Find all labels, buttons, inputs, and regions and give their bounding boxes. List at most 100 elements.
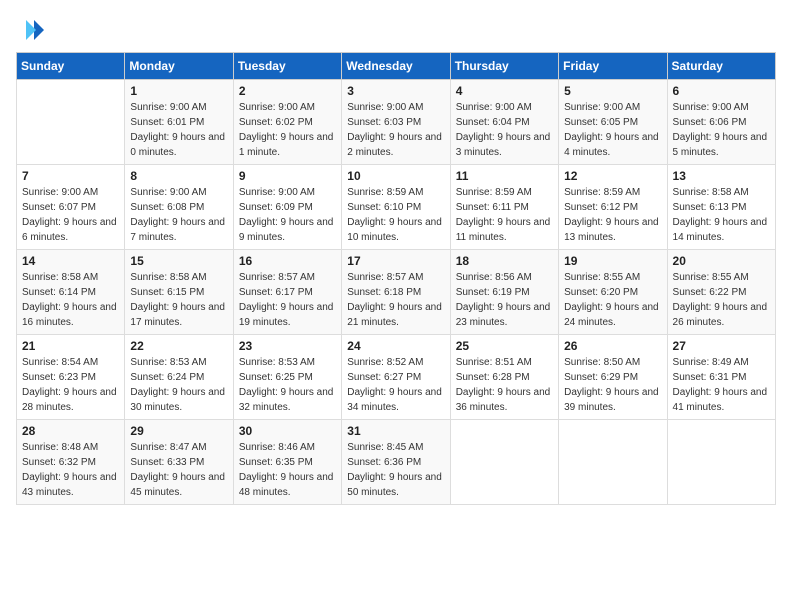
calendar-cell	[667, 420, 775, 505]
day-info: Sunrise: 8:59 AMSunset: 6:11 PMDaylight:…	[456, 185, 553, 245]
day-info: Sunrise: 9:00 AMSunset: 6:09 PMDaylight:…	[239, 185, 336, 245]
day-info: Sunrise: 8:53 AMSunset: 6:24 PMDaylight:…	[130, 355, 227, 415]
day-number: 6	[673, 84, 770, 98]
calendar-week-row: 21 Sunrise: 8:54 AMSunset: 6:23 PMDayligh…	[17, 335, 776, 420]
calendar-cell: 25 Sunrise: 8:51 AMSunset: 6:28 PMDayligh…	[450, 335, 558, 420]
day-number: 11	[456, 169, 553, 183]
day-number: 30	[239, 424, 336, 438]
column-header-wednesday: Wednesday	[342, 53, 450, 80]
calendar-cell: 6 Sunrise: 9:00 AMSunset: 6:06 PMDaylight…	[667, 80, 775, 165]
day-number: 1	[130, 84, 227, 98]
day-info: Sunrise: 8:56 AMSunset: 6:19 PMDaylight:…	[456, 270, 553, 330]
calendar-cell: 31 Sunrise: 8:45 AMSunset: 6:36 PMDayligh…	[342, 420, 450, 505]
day-info: Sunrise: 8:59 AMSunset: 6:10 PMDaylight:…	[347, 185, 444, 245]
day-number: 23	[239, 339, 336, 353]
day-info: Sunrise: 8:46 AMSunset: 6:35 PMDaylight:…	[239, 440, 336, 500]
day-info: Sunrise: 8:59 AMSunset: 6:12 PMDaylight:…	[564, 185, 661, 245]
day-info: Sunrise: 9:00 AMSunset: 6:04 PMDaylight:…	[456, 100, 553, 160]
calendar-cell: 5Sunrise: 9:00 AMSunset: 6:05 PMDaylight…	[559, 80, 667, 165]
calendar-cell: 28 Sunrise: 8:48 AMSunset: 6:32 PMDayligh…	[17, 420, 125, 505]
day-number: 31	[347, 424, 444, 438]
calendar-cell: 19 Sunrise: 8:55 AMSunset: 6:20 PMDayligh…	[559, 250, 667, 335]
day-info: Sunrise: 8:52 AMSunset: 6:27 PMDaylight:…	[347, 355, 444, 415]
day-number: 9	[239, 169, 336, 183]
column-header-thursday: Thursday	[450, 53, 558, 80]
day-number: 4	[456, 84, 553, 98]
day-number: 15	[130, 254, 227, 268]
calendar-cell: 26Sunrise: 8:50 AMSunset: 6:29 PMDayligh…	[559, 335, 667, 420]
day-info: Sunrise: 8:55 AMSunset: 6:20 PMDaylight:…	[564, 270, 661, 330]
day-info: Sunrise: 8:58 AMSunset: 6:13 PMDaylight:…	[673, 185, 770, 245]
calendar-cell: 22 Sunrise: 8:53 AMSunset: 6:24 PMDayligh…	[125, 335, 233, 420]
calendar-cell: 14 Sunrise: 8:58 AMSunset: 6:14 PMDayligh…	[17, 250, 125, 335]
column-header-sunday: Sunday	[17, 53, 125, 80]
day-number: 14	[22, 254, 119, 268]
day-info: Sunrise: 8:53 AMSunset: 6:25 PMDaylight:…	[239, 355, 336, 415]
calendar-cell: 9 Sunrise: 9:00 AMSunset: 6:09 PMDaylight…	[233, 165, 341, 250]
day-info: Sunrise: 9:00 AMSunset: 6:03 PMDaylight:…	[347, 100, 444, 160]
day-number: 7	[22, 169, 119, 183]
column-header-friday: Friday	[559, 53, 667, 80]
calendar-cell: 29 Sunrise: 8:47 AMSunset: 6:33 PMDayligh…	[125, 420, 233, 505]
day-info: Sunrise: 8:57 AMSunset: 6:18 PMDaylight:…	[347, 270, 444, 330]
day-number: 26	[564, 339, 661, 353]
calendar-cell: 1 Sunrise: 9:00 AMSunset: 6:01 PMDaylight…	[125, 80, 233, 165]
calendar-header-row: SundayMondayTuesdayWednesdayThursdayFrid…	[17, 53, 776, 80]
day-number: 28	[22, 424, 119, 438]
day-number: 17	[347, 254, 444, 268]
day-info: Sunrise: 8:58 AMSunset: 6:14 PMDaylight:…	[22, 270, 119, 330]
calendar-cell: 7 Sunrise: 9:00 AMSunset: 6:07 PMDaylight…	[17, 165, 125, 250]
calendar-cell: 24 Sunrise: 8:52 AMSunset: 6:27 PMDayligh…	[342, 335, 450, 420]
calendar-week-row: 7 Sunrise: 9:00 AMSunset: 6:07 PMDaylight…	[17, 165, 776, 250]
calendar-cell: 30 Sunrise: 8:46 AMSunset: 6:35 PMDayligh…	[233, 420, 341, 505]
calendar-cell: 20 Sunrise: 8:55 AMSunset: 6:22 PMDayligh…	[667, 250, 775, 335]
calendar-week-row: 28 Sunrise: 8:48 AMSunset: 6:32 PMDayligh…	[17, 420, 776, 505]
logo-icon	[16, 16, 44, 44]
day-number: 20	[673, 254, 770, 268]
calendar-cell: 13 Sunrise: 8:58 AMSunset: 6:13 PMDayligh…	[667, 165, 775, 250]
calendar-cell: 4 Sunrise: 9:00 AMSunset: 6:04 PMDaylight…	[450, 80, 558, 165]
calendar-cell: 17 Sunrise: 8:57 AMSunset: 6:18 PMDayligh…	[342, 250, 450, 335]
calendar-cell: 23 Sunrise: 8:53 AMSunset: 6:25 PMDayligh…	[233, 335, 341, 420]
column-header-tuesday: Tuesday	[233, 53, 341, 80]
calendar-cell: 21 Sunrise: 8:54 AMSunset: 6:23 PMDayligh…	[17, 335, 125, 420]
calendar-table: SundayMondayTuesdayWednesdayThursdayFrid…	[16, 52, 776, 505]
day-info: Sunrise: 9:00 AMSunset: 6:05 PMDaylight:…	[564, 100, 661, 160]
day-info: Sunrise: 8:55 AMSunset: 6:22 PMDaylight:…	[673, 270, 770, 330]
calendar-cell: 10Sunrise: 8:59 AMSunset: 6:10 PMDayligh…	[342, 165, 450, 250]
day-number: 29	[130, 424, 227, 438]
calendar-cell: 8Sunrise: 9:00 AMSunset: 6:08 PMDaylight…	[125, 165, 233, 250]
calendar-cell: 15Sunrise: 8:58 AMSunset: 6:15 PMDayligh…	[125, 250, 233, 335]
day-number: 2	[239, 84, 336, 98]
day-number: 18	[456, 254, 553, 268]
day-number: 24	[347, 339, 444, 353]
day-number: 19	[564, 254, 661, 268]
calendar-cell: 12 Sunrise: 8:59 AMSunset: 6:12 PMDayligh…	[559, 165, 667, 250]
column-header-monday: Monday	[125, 53, 233, 80]
calendar-cell: 16 Sunrise: 8:57 AMSunset: 6:17 PMDayligh…	[233, 250, 341, 335]
day-number: 25	[456, 339, 553, 353]
calendar-cell	[17, 80, 125, 165]
day-info: Sunrise: 8:57 AMSunset: 6:17 PMDaylight:…	[239, 270, 336, 330]
day-info: Sunrise: 9:00 AMSunset: 6:07 PMDaylight:…	[22, 185, 119, 245]
calendar-cell: 2 Sunrise: 9:00 AMSunset: 6:02 PMDaylight…	[233, 80, 341, 165]
day-number: 22	[130, 339, 227, 353]
day-info: Sunrise: 8:48 AMSunset: 6:32 PMDaylight:…	[22, 440, 119, 500]
day-info: Sunrise: 8:51 AMSunset: 6:28 PMDaylight:…	[456, 355, 553, 415]
day-number: 21	[22, 339, 119, 353]
day-number: 13	[673, 169, 770, 183]
day-info: Sunrise: 9:00 AMSunset: 6:02 PMDaylight:…	[239, 100, 336, 160]
day-info: Sunrise: 8:47 AMSunset: 6:33 PMDaylight:…	[130, 440, 227, 500]
day-info: Sunrise: 9:00 AMSunset: 6:01 PMDaylight:…	[130, 100, 227, 160]
header	[16, 16, 776, 44]
calendar-cell: 11 Sunrise: 8:59 AMSunset: 6:11 PMDayligh…	[450, 165, 558, 250]
day-info: Sunrise: 8:54 AMSunset: 6:23 PMDaylight:…	[22, 355, 119, 415]
day-number: 12	[564, 169, 661, 183]
day-number: 16	[239, 254, 336, 268]
day-info: Sunrise: 9:00 AMSunset: 6:06 PMDaylight:…	[673, 100, 770, 160]
column-header-saturday: Saturday	[667, 53, 775, 80]
calendar-week-row: 14 Sunrise: 8:58 AMSunset: 6:14 PMDayligh…	[17, 250, 776, 335]
day-info: Sunrise: 8:45 AMSunset: 6:36 PMDaylight:…	[347, 440, 444, 500]
calendar-cell: 18 Sunrise: 8:56 AMSunset: 6:19 PMDayligh…	[450, 250, 558, 335]
calendar-cell	[559, 420, 667, 505]
